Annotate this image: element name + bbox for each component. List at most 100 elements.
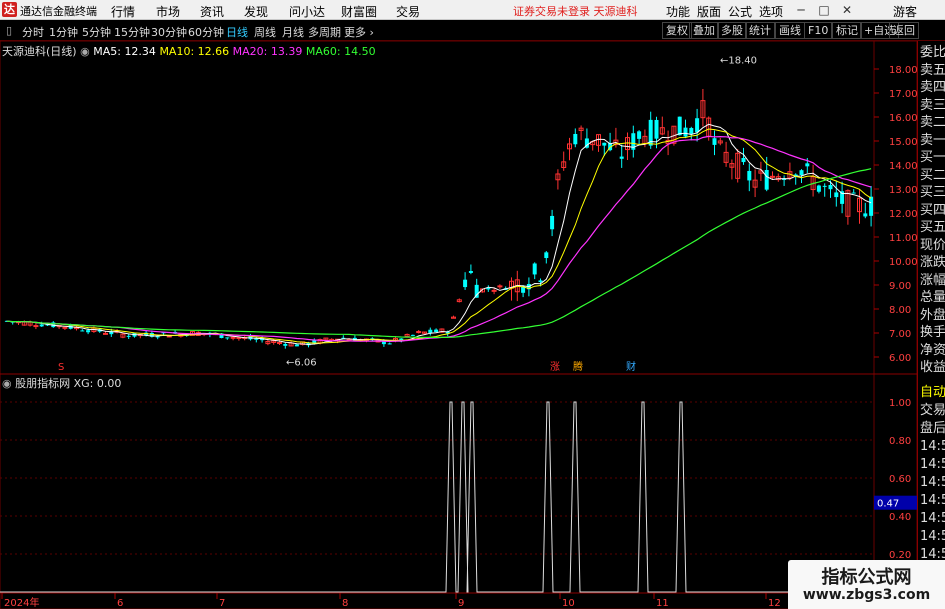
- candle-body: [799, 170, 804, 176]
- quote-field-label: 收益: [920, 360, 945, 375]
- candle-body: [33, 325, 39, 328]
- candle-body: [538, 280, 543, 283]
- candle-body: [770, 175, 775, 178]
- menu-quotes[interactable]: 行情: [111, 3, 135, 20]
- candle-body: [863, 213, 868, 217]
- tab-more[interactable]: 更多 ›: [344, 24, 374, 40]
- chart-border: [0, 41, 917, 609]
- trade-tick-label: 14:56: [920, 475, 945, 490]
- ma60-line: [6, 168, 872, 338]
- watermark-url: www.zbgs3.com: [802, 587, 931, 603]
- menu-discover[interactable]: 发现: [244, 3, 268, 20]
- high-price-label: ←18.40: [720, 55, 757, 66]
- tab-1min[interactable]: 1分钟: [49, 24, 78, 40]
- candle-body: [544, 252, 549, 259]
- candle-body: [230, 336, 236, 339]
- date-label: 11: [656, 598, 669, 609]
- price-tick-label: 16.00: [889, 113, 917, 124]
- indicator-tick-label: 0.40: [889, 512, 911, 523]
- candle-body: [428, 329, 433, 333]
- price-tick-label: 14.00: [889, 161, 917, 172]
- login-warning[interactable]: 证券交易未登录 天源迪科: [513, 3, 638, 19]
- tab-30min[interactable]: 30分钟: [151, 24, 187, 40]
- menu-news[interactable]: 资讯: [200, 3, 224, 20]
- event-marker: 涨: [550, 361, 560, 373]
- btn-f10[interactable]: F10: [804, 22, 833, 39]
- trade-tick-label: 自动: [920, 385, 945, 400]
- price-tick-label: 13.00: [889, 185, 917, 196]
- trade-tick-label: 14:56: [920, 493, 945, 508]
- minimize-icon[interactable]: ─: [790, 0, 812, 20]
- price-tick-label: 6.00: [889, 353, 911, 364]
- date-label: 12: [768, 598, 781, 609]
- tab-weekly[interactable]: 周线: [254, 24, 276, 40]
- indicator-value: XG: 0.00: [73, 377, 122, 390]
- btn-draw[interactable]: 画线: [775, 22, 805, 39]
- candle-body: [387, 343, 392, 345]
- candle-body: [410, 334, 415, 336]
- menu-options[interactable]: 选项: [759, 3, 783, 20]
- candle-body: [62, 326, 68, 329]
- candle-body: [283, 343, 288, 346]
- date-label: 6: [117, 598, 123, 609]
- menu-formula[interactable]: 公式: [728, 3, 752, 20]
- candle-body: [834, 192, 839, 198]
- candle-body: [532, 263, 537, 275]
- candle-body: [619, 156, 624, 159]
- guest-label[interactable]: 游客: [893, 3, 917, 20]
- date-label: 7: [219, 598, 225, 609]
- tab-multi[interactable]: 多周期: [308, 24, 341, 40]
- price-tick-label: 7.00: [889, 329, 911, 340]
- candle-body: [126, 335, 131, 337]
- toolbar-icon[interactable]: ▯: [6, 24, 12, 37]
- maximize-icon[interactable]: □: [813, 0, 835, 20]
- price-tick-label: 8.00: [889, 305, 911, 316]
- title-bar: 达 通达信金融终端 行情 市场 资讯 发现 问小达 财富圈 交易 证券交易未登录…: [0, 0, 945, 20]
- candle-body: [434, 329, 439, 333]
- tab-timeshare[interactable]: 分时: [22, 24, 44, 40]
- close-icon[interactable]: ✕: [836, 0, 858, 20]
- candle-body: [80, 330, 85, 332]
- btn-stats[interactable]: 统计: [745, 22, 775, 39]
- menu-trade[interactable]: 交易: [396, 3, 420, 20]
- ma10-label: MA10: 12.66: [159, 45, 230, 58]
- ma5-label: MA5: 12.34: [93, 45, 156, 58]
- price-tick-label: 11.00: [889, 233, 917, 244]
- event-marker: 腾: [573, 360, 583, 373]
- indicator-tick-label: 0.60: [889, 474, 911, 485]
- tab-60min[interactable]: 60分钟: [188, 24, 224, 40]
- indicator-settings-icon[interactable]: ◉: [2, 377, 15, 390]
- indicator-tick-label: 0.80: [889, 436, 911, 447]
- menu-ask[interactable]: 问小达: [289, 3, 325, 20]
- price-tick-label: 12.00: [889, 209, 917, 220]
- trade-tick-label: 14:56: [920, 529, 945, 544]
- candle-body: [602, 142, 607, 146]
- candle-body: [764, 170, 769, 190]
- menu-wealth[interactable]: 财富圈: [341, 3, 377, 20]
- menu-layout[interactable]: 版面: [697, 3, 721, 20]
- watermark: 指标公式网 www.zbgs3.com: [788, 560, 945, 609]
- event-marker: S: [58, 362, 64, 373]
- xg-signal-line: [0, 401, 874, 593]
- btn-multi-stock[interactable]: 多股: [717, 22, 747, 39]
- tab-monthly[interactable]: 月线: [282, 24, 304, 40]
- indicator-tick-label: 1.00: [889, 398, 911, 409]
- menu-market[interactable]: 市场: [156, 3, 180, 20]
- settings-icon[interactable]: ◉: [80, 45, 93, 58]
- candle-body: [805, 163, 810, 167]
- candle-body: [828, 184, 833, 190]
- candle-body: [277, 342, 282, 345]
- btn-mark[interactable]: 标记: [832, 22, 862, 39]
- btn-adjust[interactable]: 复权: [662, 22, 692, 39]
- price-tick-label: 18.00: [889, 65, 917, 76]
- tab-5min[interactable]: 5分钟: [82, 24, 111, 40]
- candle-body: [463, 279, 468, 288]
- menu-function[interactable]: 功能: [666, 3, 690, 20]
- candle-body: [782, 179, 787, 181]
- tab-daily[interactable]: 日线: [226, 24, 248, 40]
- tab-15min[interactable]: 15分钟: [114, 24, 150, 40]
- kline-chart[interactable]: 18.00 17.00 16.00 15.00 14.00 13.00 12.00 11.00…: [0, 41, 917, 609]
- date-label: 2024年: [4, 596, 39, 609]
- btn-back[interactable]: 返回: [889, 22, 919, 39]
- btn-overlay[interactable]: 叠加: [689, 22, 719, 39]
